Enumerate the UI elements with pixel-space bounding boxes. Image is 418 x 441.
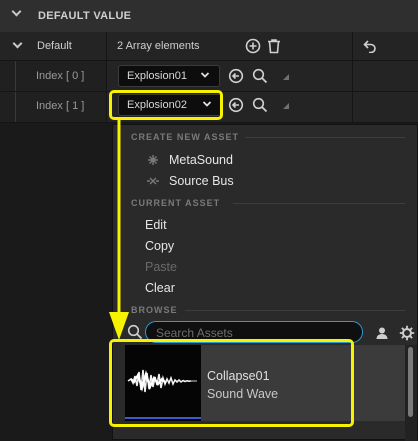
- use-selected-icon[interactable]: [228, 97, 244, 113]
- search-icon[interactable]: [252, 97, 268, 113]
- array-count-text: 2 Array elements: [117, 40, 200, 52]
- person-icon[interactable]: [375, 326, 389, 340]
- annotation-arrow-icon: [109, 118, 129, 340]
- asset-list-scrollbar[interactable]: [405, 345, 417, 441]
- section-title: DEFAULT VALUE: [38, 10, 132, 22]
- menu-item-edit[interactable]: Edit: [145, 218, 167, 232]
- menu-item-paste: Paste: [145, 260, 177, 274]
- index-1-label: Index [ 1 ]: [36, 100, 85, 112]
- menu-item-clear[interactable]: Clear: [145, 281, 175, 295]
- index-0-asset-combo[interactable]: Explosion01: [118, 65, 220, 87]
- menu-item-copy[interactable]: Copy: [145, 239, 174, 253]
- default-label: Default: [37, 40, 72, 52]
- index-0-row: Index [ 0 ] Explosion01: [0, 61, 418, 92]
- resize-grip-icon: [283, 103, 289, 109]
- search-icon[interactable]: [252, 68, 268, 84]
- chevron-down-icon: [200, 70, 210, 80]
- use-selected-icon[interactable]: [228, 68, 244, 84]
- trash-icon[interactable]: [267, 38, 281, 54]
- resize-grip-icon: [283, 74, 289, 80]
- scrollbar-thumb[interactable]: [408, 347, 413, 417]
- highlight-asset-tile: [109, 339, 354, 427]
- current-asset-header: CURRENT ASSET: [131, 198, 221, 208]
- source-bus-icon: [146, 175, 160, 187]
- settings-icon[interactable]: [399, 325, 415, 341]
- index-0-label: Index [ 0 ]: [36, 70, 85, 82]
- default-value-section-header[interactable]: DEFAULT VALUE: [0, 0, 418, 33]
- metasound-icon: [147, 154, 159, 166]
- index-0-asset-value: Explosion01: [127, 70, 187, 82]
- reset-icon[interactable]: [363, 39, 377, 53]
- create-new-asset-header: CREATE NEW ASSET: [131, 132, 240, 142]
- highlight-combo-box: [109, 90, 223, 120]
- menu-item-source-bus[interactable]: Source Bus: [169, 174, 234, 188]
- add-icon[interactable]: [245, 38, 261, 54]
- browse-header: BROWSE: [131, 305, 178, 315]
- menu-item-metasound[interactable]: MetaSound: [169, 153, 233, 167]
- default-array-row: Default 2 Array elements: [0, 32, 418, 61]
